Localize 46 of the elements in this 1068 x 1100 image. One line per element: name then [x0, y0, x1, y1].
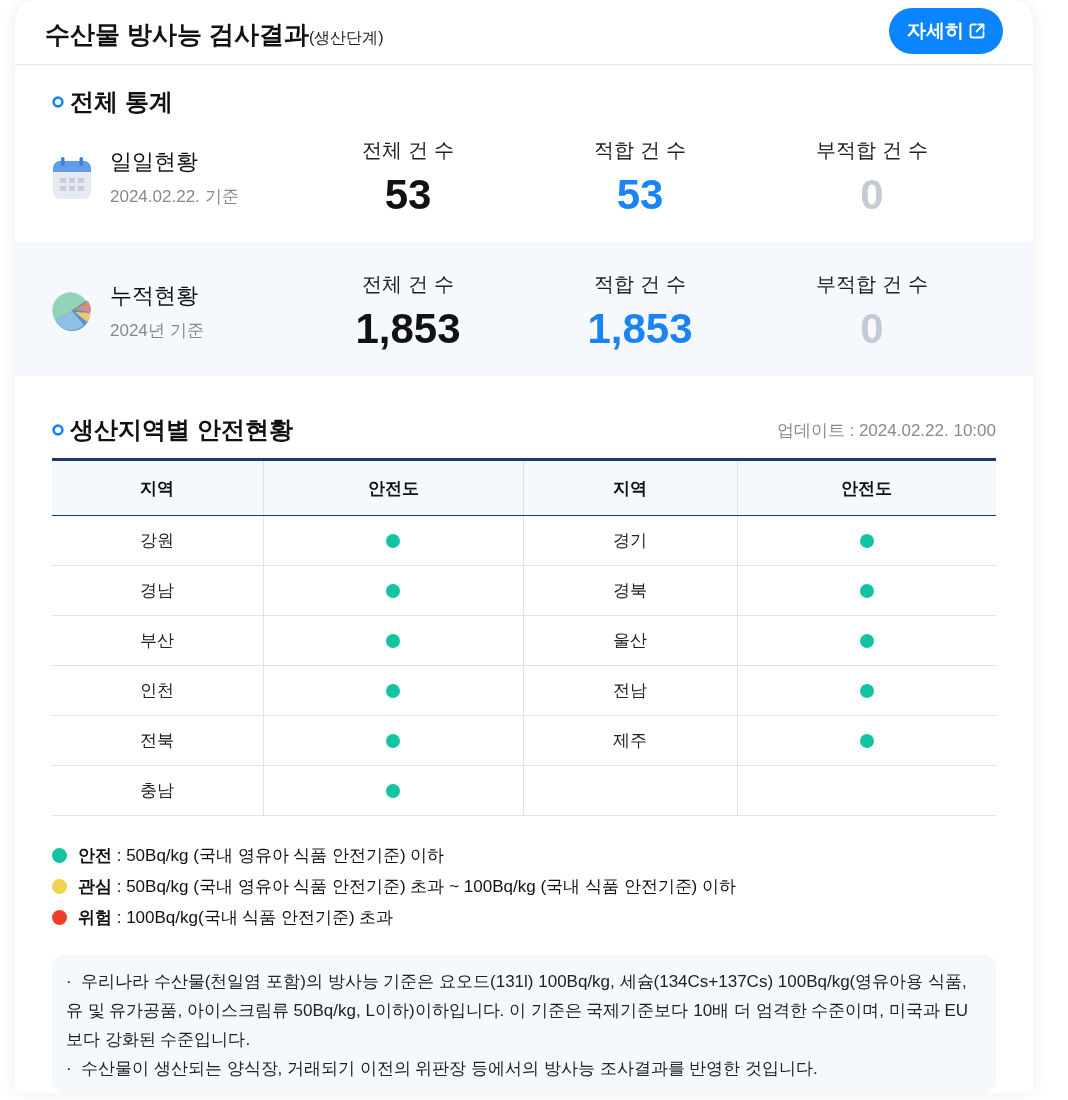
- column-header: 안전도: [263, 459, 523, 516]
- page-title: 수산물 방사능 검사결과: [45, 20, 309, 48]
- ring-bullet-icon: [52, 424, 64, 436]
- region-cell: 경기: [523, 515, 737, 566]
- notice-text: · 우리나라 수산물(천일염 포함)의 방사능 기준은 요오드(131l) 100Bq/kg, 세슘(134Cs+137Cs) 100Bq/kg(영유아용 식품, 유 및 유가공품, 아이스크림류 50Bq/kg, L이하)이하입니다. 이 기준은 국제기준보다 10배 더 엄격한 수준이며, 미국과 EU보다 강화된 수준입니다.: [66, 971, 970, 1051]
- section-title: 생산지역별 안전현황: [70, 415, 293, 445]
- detail-button[interactable]: 자세히: [889, 8, 1003, 54]
- metric-label: 적합 건 수: [593, 138, 687, 163]
- basis-date: 2024.02.22. 기준: [110, 186, 239, 208]
- region-cell: 충남: [52, 765, 263, 816]
- region-cell: 전남: [523, 665, 737, 716]
- pie-chart-icon: [52, 292, 92, 332]
- metric-label: 전체 건 수: [361, 272, 455, 297]
- stat-label: 누적현황: [110, 282, 199, 310]
- region-cell: 울산: [523, 615, 737, 666]
- region-cell: 강원: [52, 515, 263, 566]
- metric-value: 1,853: [586, 305, 694, 353]
- ring-bullet-icon: [52, 96, 64, 108]
- region-cell: 부산: [52, 615, 263, 666]
- column-header: 지역: [523, 459, 737, 516]
- metric-label: 부적합 건 수: [815, 272, 929, 297]
- metric-label: 적합 건 수: [593, 272, 687, 297]
- region-cell: 경북: [523, 565, 737, 616]
- metric-value: 53: [615, 171, 665, 219]
- metric-label: 전체 건 수: [361, 138, 455, 163]
- notice-text: · 수산물이 생산되는 양식장, 거래되기 이전의 위판장 등에서의 방사능 조사결과를 반영한 것입니다.: [66, 1058, 819, 1080]
- external-link-icon: [968, 22, 986, 40]
- metric-value: 1,853: [354, 305, 462, 353]
- region-cell: 경남: [52, 565, 263, 616]
- region-cell: 인천: [52, 665, 263, 716]
- metric-value: 0: [859, 171, 885, 219]
- legend-text: 관심 : 50Bq/kg (국내 영유아 식품 안전기준) 초과 ~ 100Bq/kg (국내 식품 안전기준) 이하: [78, 876, 736, 898]
- update-time: 업데이트 : 2024.02.22. 10:00: [776, 419, 996, 442]
- metric-value: 53: [383, 171, 433, 219]
- column-header: 지역: [52, 459, 263, 516]
- stage-note: (생산단계): [308, 29, 384, 46]
- calendar-icon: [52, 156, 92, 200]
- basis-date: 2024년 기준: [110, 320, 204, 342]
- legend-text: 안전 : 50Bq/kg (국내 영유아 식품 안전기준) 이하: [78, 845, 445, 867]
- region-cell: 제주: [523, 715, 737, 766]
- stat-label: 일일현황: [110, 148, 199, 176]
- section-title: 전체 통계: [70, 87, 173, 117]
- legend-text: 위험 : 100Bq/kg(국내 식품 안전기준) 초과: [78, 907, 394, 929]
- region-cell: 전북: [52, 715, 263, 766]
- metric-label: 부적합 건 수: [815, 138, 929, 163]
- column-header: 안전도: [737, 459, 996, 516]
